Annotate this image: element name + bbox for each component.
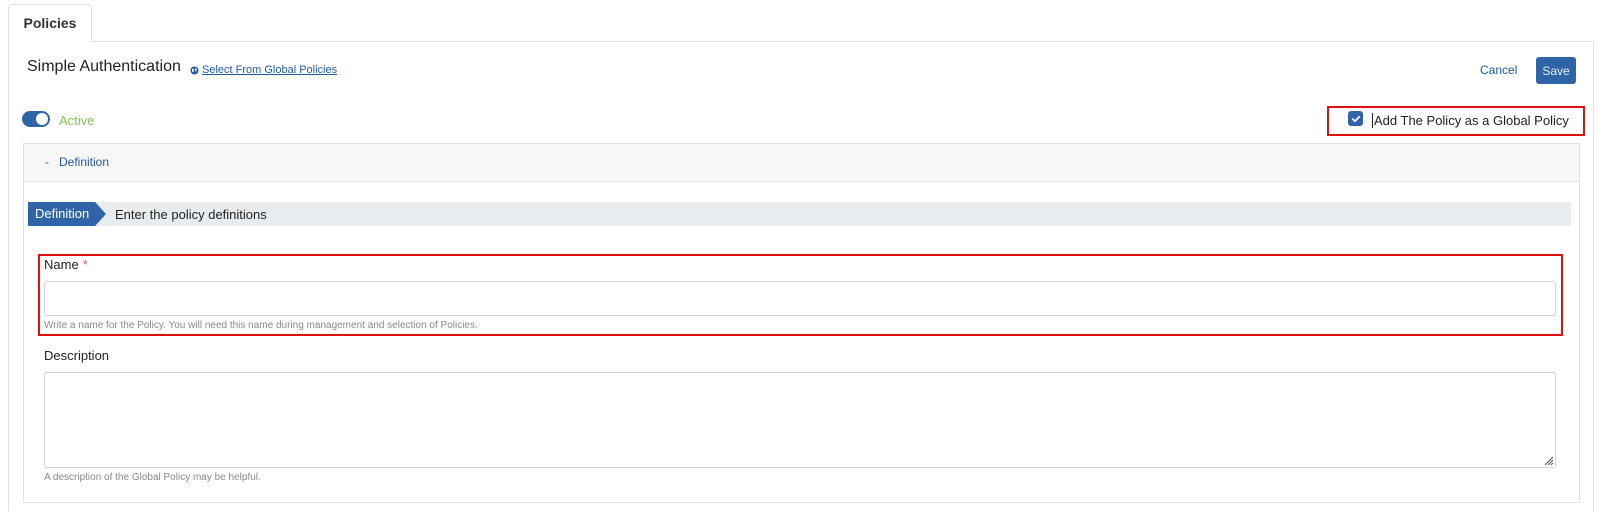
cancel-button[interactable]: Cancel [1480,63,1517,77]
required-mark: * [82,257,88,272]
description-help-text: A description of the Global Policy may b… [44,472,261,483]
tab-policies[interactable]: Policies [8,4,92,42]
toggle-knob [36,113,48,125]
global-policy-label[interactable]: Add The Policy as a Global Policy [1372,113,1569,128]
description-textarea[interactable] [44,372,1556,468]
accordion-header[interactable]: - Definition [24,144,1579,182]
name-help-text: Write a name for the Policy. You will ne… [44,320,478,331]
select-global-policies-label: Select From Global Policies [202,64,338,76]
collapse-icon: - [45,155,49,169]
active-label: Active [59,113,95,128]
save-button[interactable]: Save [1536,57,1576,84]
checkmark-icon [1351,115,1360,122]
name-label: Name * [44,257,88,272]
step-chip: Definition [28,202,106,226]
resize-grip-icon[interactable] [1543,455,1554,466]
select-global-policies-link[interactable]: Select From Global Policies [190,64,337,76]
active-toggle[interactable] [22,111,50,127]
name-label-text: Name [44,257,79,272]
global-policy-checkbox[interactable] [1348,111,1363,126]
globe-icon [190,65,199,75]
description-label: Description [44,348,110,363]
name-input[interactable] [44,281,1556,316]
step-description: Enter the policy definitions [115,207,267,222]
page-title: Simple Authentication [27,58,181,75]
accordion-title: Definition [59,155,110,169]
tab-strip: Policies [0,0,1616,42]
